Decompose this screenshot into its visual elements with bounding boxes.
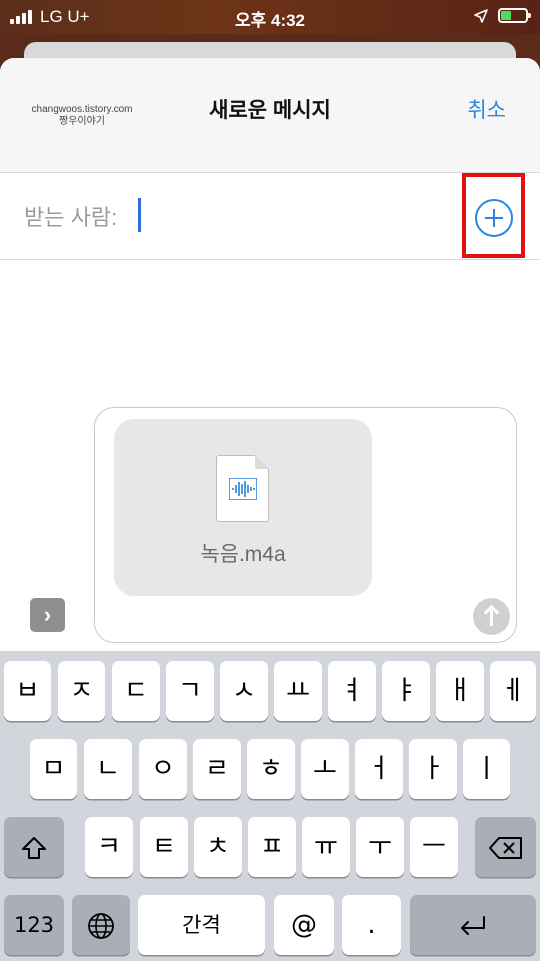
location-icon [474,8,488,23]
cancel-button[interactable]: 취소 [467,94,506,124]
key-r[interactable]: ㄹ [193,739,241,799]
text-cursor [138,198,141,232]
period-key[interactable]: . [342,895,401,955]
key-a[interactable]: ㅏ [409,739,457,799]
attachment-filename: 녹음.m4a [200,543,286,566]
key-d[interactable]: ㄷ [112,661,160,721]
space-key[interactable]: 간격 [138,895,265,955]
delete-key[interactable] [475,817,536,877]
nav-bar: changwoos.tistory.com 짱우이야기 새로운 메시지 취소 [0,58,540,173]
key-yu[interactable]: ㅠ [302,817,350,877]
chevron-right-icon[interactable]: › [30,598,65,632]
key-o[interactable]: ㅗ [301,739,349,799]
key-ya[interactable]: ㅑ [382,661,430,721]
key-p[interactable]: ㅍ [248,817,296,877]
page-title: 새로운 메시지 [209,99,331,122]
recipient-field[interactable]: 받는 사람: [0,174,540,260]
key-ieung[interactable]: ㅇ [139,739,187,799]
globe-icon [88,912,114,939]
return-icon [461,915,485,935]
highlight-box [462,173,525,258]
keyboard-lower-rows: ㅂ ㅈ ㄷ ㄱ ㅅ ㅛ ㅕ ㅑ ㅐ ㅔ ㅁ ㄴ ㅇ ㄹ ㅎ ㅗ ㅓ ㅏ ㅣ ㅋ … [0,651,540,961]
globe-key[interactable] [72,895,130,955]
status-bar: LG U+ 오후 4:32 [0,0,540,34]
shift-key[interactable] [4,817,64,877]
key-j[interactable]: ㅈ [58,661,105,721]
key-ae[interactable]: ㅐ [436,661,484,721]
key-k[interactable]: ㅋ [85,817,133,877]
key-ch[interactable]: ㅊ [194,817,242,877]
key-n[interactable]: ㄴ [84,739,132,799]
key-s[interactable]: ㅅ [220,661,268,721]
key-yeo[interactable]: ㅕ [328,661,376,721]
numbers-key[interactable]: 123 [4,895,64,955]
audio-file-icon [216,455,269,522]
backspace-icon [488,836,522,859]
status-time: 오후 4:32 [234,11,306,30]
key-eu[interactable]: ㅡ [410,817,458,877]
send-button[interactable] [473,598,510,635]
return-key[interactable] [410,895,536,955]
recipient-label: 받는 사람: [24,205,118,230]
key-m[interactable]: ㅁ [30,739,77,799]
shift-icon [22,836,46,859]
key-eo[interactable]: ㅓ [355,739,403,799]
key-e[interactable]: ㅔ [490,661,536,721]
at-key[interactable]: @ [274,895,334,955]
key-yo[interactable]: ㅛ [274,661,322,721]
key-g[interactable]: ㄱ [166,661,214,721]
key-b[interactable]: ㅂ [4,661,51,721]
battery-icon [498,8,531,23]
key-u[interactable]: ㅜ [356,817,404,877]
key-i[interactable]: ㅣ [463,739,510,799]
key-t[interactable]: ㅌ [140,817,188,877]
key-h[interactable]: ㅎ [247,739,295,799]
